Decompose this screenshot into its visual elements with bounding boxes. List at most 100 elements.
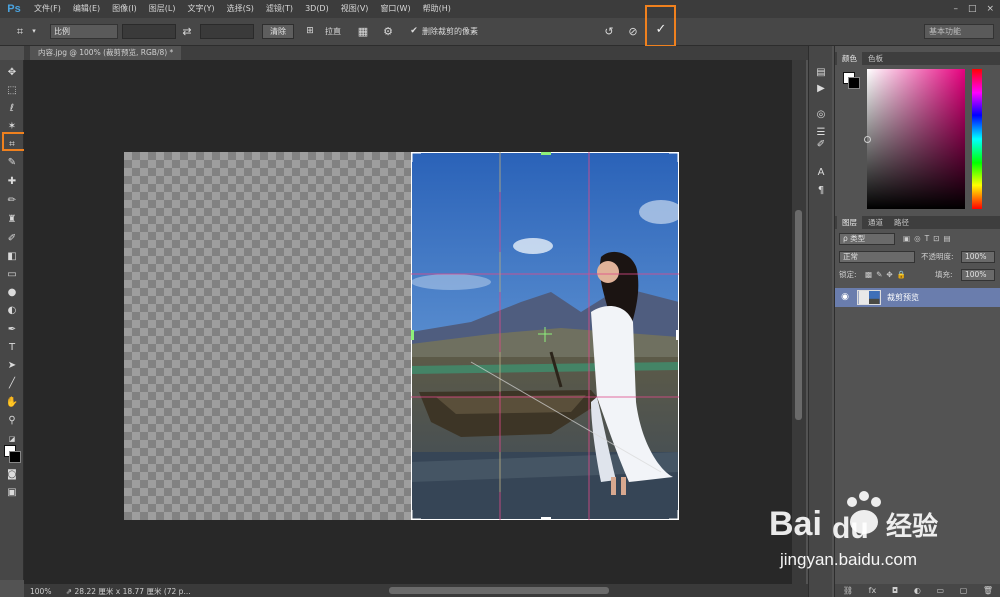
menu-view[interactable]: 视图(V) [335, 0, 375, 18]
crop-grid-overlay [411, 152, 679, 520]
menu-window[interactable]: 窗口(W) [374, 0, 416, 18]
new-group-icon[interactable]: ▭ [936, 586, 944, 595]
tool-preset-chevron-icon[interactable]: ▾ [30, 24, 38, 39]
eyedropper-tool-icon[interactable]: ✎ [4, 156, 20, 170]
default-colors-icon[interactable]: ◪ [4, 432, 20, 446]
crop-tool-icon[interactable]: ⌗ [12, 24, 28, 39]
adjustment-layer-icon[interactable]: ◐ [914, 586, 921, 595]
swap-icon[interactable]: ⇄ [180, 24, 194, 39]
document-tab[interactable]: 内容.jpg @ 100% (裁剪预览, RGB/8) * [30, 46, 182, 60]
layer-kind-filter[interactable]: ρ 类型 [839, 233, 895, 245]
reset-icon[interactable]: ↺ [602, 24, 616, 39]
lock-icons[interactable]: ▩✎✥🔒 [865, 269, 910, 281]
eraser-tool-icon[interactable]: ◧ [4, 250, 20, 264]
lock-label: 锁定: [839, 270, 857, 279]
menu-filter[interactable]: 滤镜(T) [260, 0, 299, 18]
tab-paths[interactable]: 路径 [889, 216, 914, 229]
healing-brush-tool-icon[interactable]: ✚ [4, 175, 20, 189]
history-panel-icon[interactable]: ▤ [813, 66, 829, 80]
adjustments-panel-icon[interactable]: ◎ [813, 108, 829, 122]
marquee-tool-icon[interactable]: ⬚ [4, 84, 20, 98]
hue-slider[interactable] [972, 69, 982, 209]
tab-layers[interactable]: 图层 [837, 216, 862, 229]
delete-cropped-label: 删除裁剪的像素 [422, 27, 478, 36]
blend-mode-select[interactable]: 正常 [839, 251, 915, 263]
transparent-area [124, 152, 412, 520]
zoom-tool-icon[interactable]: ⚲ [4, 414, 20, 428]
brush-tool-icon[interactable]: ✏ [4, 194, 20, 208]
svg-text:du: du [832, 512, 869, 545]
layer-name[interactable]: 裁剪预览 [887, 288, 919, 307]
overlay-grid-icon[interactable]: ▦ [356, 24, 370, 39]
commit-check-icon[interactable]: ✓ [654, 22, 668, 38]
type-tool-icon[interactable]: T [4, 341, 20, 355]
layer-filter-row: ρ 类型 ▣◎T⊡▤ [835, 230, 1000, 248]
share-icon[interactable]: ⇗ [66, 587, 72, 596]
cancel-icon[interactable]: ⊘ [626, 24, 640, 39]
history-brush-tool-icon[interactable]: ✐ [4, 232, 20, 246]
screen-mode-icon[interactable]: ▣ [4, 486, 20, 500]
layer-filter-icons[interactable]: ▣◎T⊡▤ [903, 233, 955, 245]
settings-gear-icon[interactable]: ⚙ [381, 24, 395, 39]
actions-play-icon[interactable]: ▶ [813, 82, 829, 96]
character-panel-icon[interactable]: A [813, 166, 829, 180]
options-bar: ⌗ ▾ 比例 ⇄ 清除 ⊞ 拉直 ▦ ⚙ ✔ 删除裁剪的像素 ↺ ⊘ 基本功能 [0, 18, 1000, 46]
menu-edit[interactable]: 编辑(E) [67, 0, 106, 18]
menu-layer[interactable]: 图层(L) [143, 0, 182, 18]
menu-type[interactable]: 文字(Y) [181, 0, 220, 18]
delete-cropped-checkbox[interactable]: ✔ [409, 24, 419, 39]
zoom-level[interactable]: 100% [30, 587, 51, 596]
color-picker-cursor[interactable] [864, 136, 871, 143]
clear-button[interactable]: 清除 [262, 24, 294, 39]
tab-swatches[interactable]: 色板 [863, 52, 888, 65]
tab-color[interactable]: 颜色 [837, 52, 862, 65]
menu-3d[interactable]: 3D(D) [299, 0, 335, 18]
straighten-icon[interactable]: ⊞ [303, 24, 317, 39]
layer-style-icon[interactable]: fx [869, 586, 877, 595]
workspace-select[interactable]: 基本功能 [924, 24, 994, 39]
link-layers-icon[interactable]: ⛓ [843, 586, 853, 595]
vertical-scroll-thumb[interactable] [795, 210, 802, 420]
document-tab-bar: 内容.jpg @ 100% (裁剪预览, RGB/8) * [24, 46, 808, 60]
pen-tool-icon[interactable]: ✒ [4, 323, 20, 337]
brushes-panel-icon[interactable]: ✐ [813, 138, 829, 152]
close-button[interactable]: × [986, 4, 994, 14]
layer-thumbnail [857, 290, 881, 305]
path-selection-tool-icon[interactable]: ➤ [4, 359, 20, 373]
hand-tool-icon[interactable]: ✋ [4, 396, 20, 410]
menu-image[interactable]: 图像(I) [106, 0, 143, 18]
clone-stamp-tool-icon[interactable]: ♜ [4, 213, 20, 227]
quick-mask-icon[interactable]: ◙ [4, 468, 20, 482]
horizontal-scroll-thumb[interactable] [389, 587, 609, 594]
minimize-button[interactable]: – [953, 4, 958, 14]
watermark-url: jingyan.baidu.com [780, 550, 918, 569]
height-input[interactable] [200, 24, 254, 39]
ratio-select[interactable]: 比例 [50, 24, 118, 39]
new-layer-icon[interactable]: ▢ [960, 586, 968, 595]
width-input[interactable] [122, 24, 176, 39]
menu-help[interactable]: 帮助(H) [417, 0, 457, 18]
document-size-info[interactable]: 28.22 厘米 x 18.77 厘米 (72 p... [75, 587, 191, 596]
menu-select[interactable]: 选择(S) [221, 0, 260, 18]
layer-item[interactable]: ◉ 裁剪预览 [835, 288, 1000, 307]
eye-icon[interactable]: ◉ [839, 291, 851, 303]
line-tool-icon[interactable]: ╱ [4, 377, 20, 391]
delete-layer-icon[interactable]: 🗑 [983, 586, 993, 595]
maximize-button[interactable]: □ [968, 4, 977, 14]
dodge-tool-icon[interactable]: ◐ [4, 304, 20, 318]
color-spectrum-field[interactable] [867, 69, 965, 209]
lasso-tool-icon[interactable]: ℓ [4, 102, 20, 116]
layer-mask-icon[interactable]: ◘ [892, 586, 898, 595]
paragraph-panel-icon[interactable]: ¶ [813, 184, 829, 198]
gradient-tool-icon[interactable]: ▭ [4, 268, 20, 282]
background-color-swatch[interactable] [9, 451, 21, 463]
straighten-label[interactable]: 拉直 [325, 24, 349, 39]
panel-background-swatch[interactable] [848, 77, 860, 89]
fill-input[interactable]: 100% [961, 269, 995, 281]
blur-tool-icon[interactable]: ● [4, 286, 20, 300]
tab-channels[interactable]: 通道 [863, 216, 888, 229]
menu-bar: Ps 文件(F) 编辑(E) 图像(I) 图层(L) 文字(Y) 选择(S) 滤… [0, 0, 1000, 18]
move-tool-icon[interactable]: ✥ [4, 66, 20, 80]
opacity-input[interactable]: 100% [961, 251, 995, 263]
menu-file[interactable]: 文件(F) [28, 0, 67, 18]
